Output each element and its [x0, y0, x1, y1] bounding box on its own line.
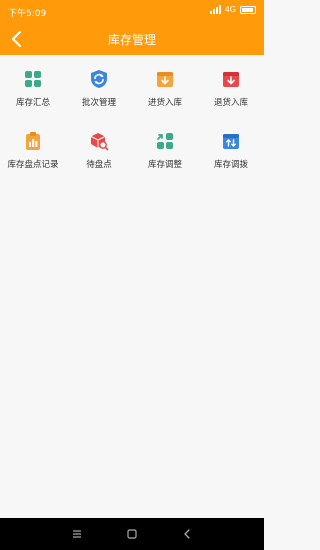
menu-item-pending-stocktake[interactable]: 待盘点 [66, 129, 132, 179]
box-arrow-in-icon [157, 72, 173, 87]
menu-item-return-inbound[interactable]: 退货入库 [198, 67, 264, 117]
shield-cycle-icon [91, 70, 107, 88]
back-chevron-icon [184, 529, 190, 539]
cube-search-icon [90, 133, 109, 151]
grid-squares-icon [25, 71, 41, 87]
home-square-icon [127, 529, 137, 539]
page-title: 库存管理 [107, 33, 156, 47]
menu-item-label: 库存调整 [147, 160, 182, 170]
signal-icon [209, 5, 221, 14]
menu-item-label: 退货入库 [213, 98, 248, 108]
menu-item-label: 库存盘点记录 [7, 160, 59, 170]
network-type: 4G [224, 5, 236, 14]
menu-item-purchase-inbound[interactable]: 进货入库 [132, 67, 198, 117]
menu-item-batch-management[interactable]: 批次管理 [66, 67, 132, 117]
nav-bar: 库存管理 [0, 22, 264, 55]
battery-icon [240, 5, 256, 14]
menu-grid: 库存汇总 批次管理 进货入库 退货入库 库存盘点记录 待盘点 库存调整 库存调拨 [0, 67, 264, 179]
menu-item-label: 库存调拨 [213, 160, 248, 170]
clipboard-chart-icon [26, 132, 40, 150]
home-button[interactable] [124, 526, 140, 542]
menu-item-label: 批次管理 [81, 98, 116, 108]
status-bar: 下午5:09 4G [0, 0, 264, 22]
system-back-button[interactable] [179, 526, 195, 542]
menu-item-label: 进货入库 [147, 98, 182, 108]
menu-item-stocktake-records[interactable]: 库存盘点记录 [0, 129, 66, 179]
box-arrow-return-icon [223, 72, 239, 87]
menu-item-inventory-adjustment[interactable]: 库存调整 [132, 129, 198, 179]
menu-item-label: 库存汇总 [15, 98, 50, 108]
content-area: 库存汇总 批次管理 进货入库 退货入库 库存盘点记录 待盘点 库存调整 库存调拨 [0, 55, 264, 518]
menu-item-inventory-transfer[interactable]: 库存调拨 [198, 129, 264, 179]
menu-icon [73, 530, 81, 538]
status-indicators: 4G [209, 5, 256, 14]
menu-item-inventory-summary[interactable]: 库存汇总 [0, 67, 66, 117]
status-time: 下午5:09 [8, 9, 47, 19]
menu-button[interactable] [69, 526, 85, 542]
system-nav-bar [0, 518, 264, 550]
adjust-arrows-icon [157, 133, 173, 149]
menu-item-label: 待盘点 [86, 160, 112, 170]
box-transfer-icon [223, 134, 239, 149]
